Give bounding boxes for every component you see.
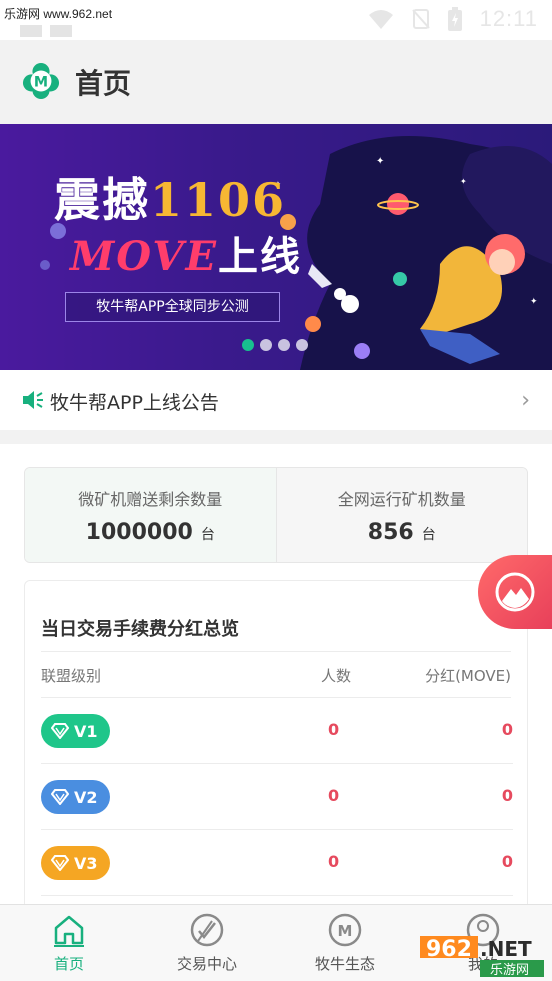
diamond-icon [51,723,69,739]
stat-gift-remaining: 微矿机赠送剩余数量 1000000 台 [25,468,277,562]
svg-text:乐游网: 乐游网 [490,963,529,978]
sim-off-icon [411,9,430,29]
diamond-icon [51,789,69,805]
column-header-level: 联盟级别 [41,667,102,685]
floating-action-button[interactable] [478,555,552,629]
banner-subtitle: 牧牛帮APP全球同步公测 [65,292,280,322]
svg-text:M: M [338,922,353,940]
svg-text:✦: ✦ [460,177,467,186]
mountain-icon [495,572,535,612]
dividend-overview-card: 当日交易手续费分红总览 联盟级别 人数 分红(MOVE) V1 0 0 V2 0… [24,580,528,910]
promo-banner[interactable]: ✦ ✦ ✦ ✦ 震撼1106 MOVE上线 牧牛帮APP全球同步公测 [0,124,552,370]
speaker-icon [23,391,43,409]
banner-headline-2: MOVE上线 [70,233,302,280]
carousel-dot[interactable] [260,339,272,351]
notification-icons [20,22,80,41]
battery-icon [447,7,462,31]
announcement-text: 牧牛帮APP上线公告 [50,392,219,414]
announcement-bar[interactable]: 牧牛帮APP上线公告 › [0,370,552,430]
chevron-right-icon: › [521,388,530,413]
diamond-icon [51,855,69,871]
trade-icon [190,913,224,947]
level-badge: V2 [41,780,110,814]
svg-text:.NET: .NET [480,937,532,961]
row-count: 0 [328,852,340,871]
table-row: V1 0 0 [25,698,529,764]
tab-home[interactable]: 首页 [14,905,124,981]
stat-label: 微矿机赠送剩余数量 [78,490,223,509]
stat-value: 856 台 [367,520,436,545]
stat-value: 1000000 台 [85,520,215,545]
status-icons: 12:11 [368,6,538,32]
divider [41,651,511,652]
carousel-dot[interactable] [242,339,254,351]
svg-text:962: 962 [426,937,472,962]
ecology-icon: M [328,913,362,947]
page-title: 首页 [75,67,132,100]
table-row: V3 0 0 [25,830,529,896]
row-dividend: 0 [501,786,513,805]
watermark-text: 乐游网 www.962.net [4,7,113,21]
row-count: 0 [328,720,340,739]
level-badge: V1 [41,714,110,748]
row-dividend: 0 [501,852,513,871]
status-bar: 乐游网 www.962.net 12:11 [0,0,552,40]
banner-headline: 震撼1106 [54,173,287,227]
column-header-dividend: 分红(MOVE) [425,667,511,685]
stats-panel: 微矿机赠送剩余数量 1000000 台 全网运行矿机数量 856 台 [24,467,528,563]
level-badge: V3 [41,846,110,880]
svg-text:M: M [34,75,48,91]
row-count: 0 [328,786,340,805]
tab-ecology[interactable]: M 牧牛生态 [290,905,400,981]
wifi-icon [368,10,393,29]
carousel-dot[interactable] [296,339,308,351]
row-dividend: 0 [501,720,513,739]
carousel-dot[interactable] [278,339,290,351]
carousel-indicator [242,339,308,351]
svg-text:✦: ✦ [376,156,384,167]
watermark-logo: 962 .NET 乐游网 [418,930,548,978]
table-row: V2 0 0 [25,764,529,830]
app-header: M 首页 [0,40,552,124]
clock: 12:11 [479,6,538,31]
section-title: 当日交易手续费分红总览 [41,619,239,640]
tab-trade-center[interactable]: 交易中心 [152,905,262,981]
column-header-count: 人数 [321,667,352,685]
home-icon [54,915,84,947]
stat-network-miners: 全网运行矿机数量 856 台 [276,468,527,562]
divider [41,895,513,896]
app-logo-icon: M [22,62,60,100]
stat-label: 全网运行矿机数量 [337,490,466,509]
svg-text:✦: ✦ [530,297,538,307]
